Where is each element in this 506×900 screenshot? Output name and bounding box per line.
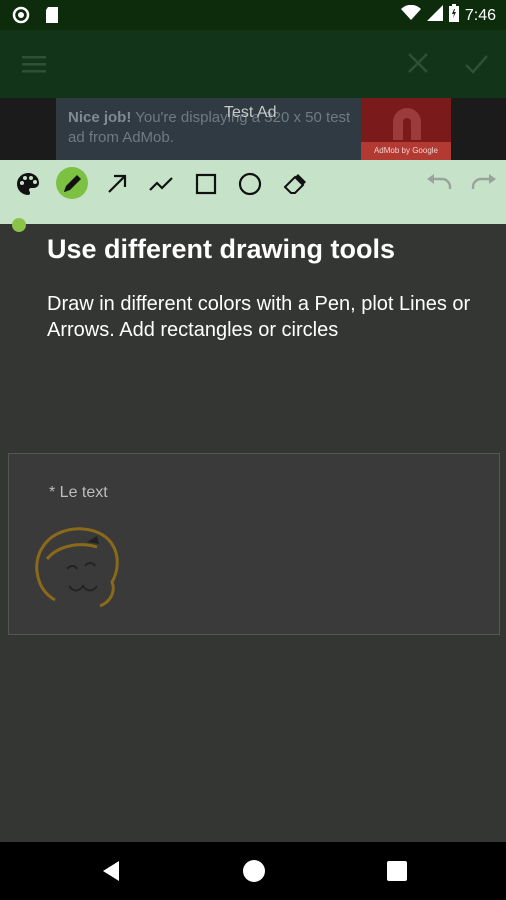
wifi-icon	[400, 4, 421, 26]
clock: 7:46	[464, 6, 496, 24]
palette-icon[interactable]	[14, 170, 42, 198]
redo-icon[interactable]	[470, 170, 498, 198]
line-icon[interactable]	[147, 170, 175, 198]
check-icon[interactable]	[462, 50, 490, 78]
admob-badge: AdMob by Google	[361, 142, 451, 160]
circle-icon[interactable]	[236, 170, 264, 198]
drawing-toolbar	[0, 160, 506, 224]
system-nav-bar	[0, 842, 506, 900]
ad-banner[interactable]: Nice job! You're displaying a 320 x 50 t…	[0, 98, 506, 160]
signal-icon	[426, 5, 443, 26]
status-bar: 7:46	[0, 0, 506, 30]
recents-icon[interactable]	[387, 861, 407, 881]
admob-logo: AdMob by Google	[361, 98, 451, 160]
drawing-preview: * Le text	[8, 453, 500, 635]
doodle-face-image	[35, 527, 119, 608]
home-icon[interactable]	[243, 860, 265, 882]
ad-body-bold: Nice job!	[68, 109, 132, 126]
preview-note: * Le text	[49, 484, 108, 501]
undo-icon[interactable]	[425, 170, 453, 198]
battery-icon	[448, 4, 459, 27]
pen-icon[interactable]	[58, 170, 86, 198]
ad-container[interactable]: Nice job! You're displaying a 320 x 50 t…	[56, 98, 451, 160]
arrow-icon[interactable]	[103, 170, 131, 198]
rectangle-icon[interactable]	[192, 170, 220, 198]
back-icon[interactable]	[101, 860, 121, 887]
app-bar	[0, 30, 506, 98]
sd-card-icon	[44, 6, 60, 29]
eraser-icon[interactable]	[281, 170, 309, 198]
ad-body: Nice job! You're displaying a 320 x 50 t…	[68, 108, 358, 148]
page-indicator-dot	[12, 218, 26, 232]
admob-glyph-icon	[393, 108, 421, 140]
ad-title: Test Ad	[224, 104, 277, 121]
menu-icon[interactable]	[22, 52, 46, 76]
notification-circle-icon	[12, 6, 30, 29]
page-description: Draw in different colors with a Pen, plo…	[47, 293, 471, 341]
close-icon[interactable]	[405, 50, 431, 76]
page-title: Use different drawing tools	[47, 234, 396, 264]
